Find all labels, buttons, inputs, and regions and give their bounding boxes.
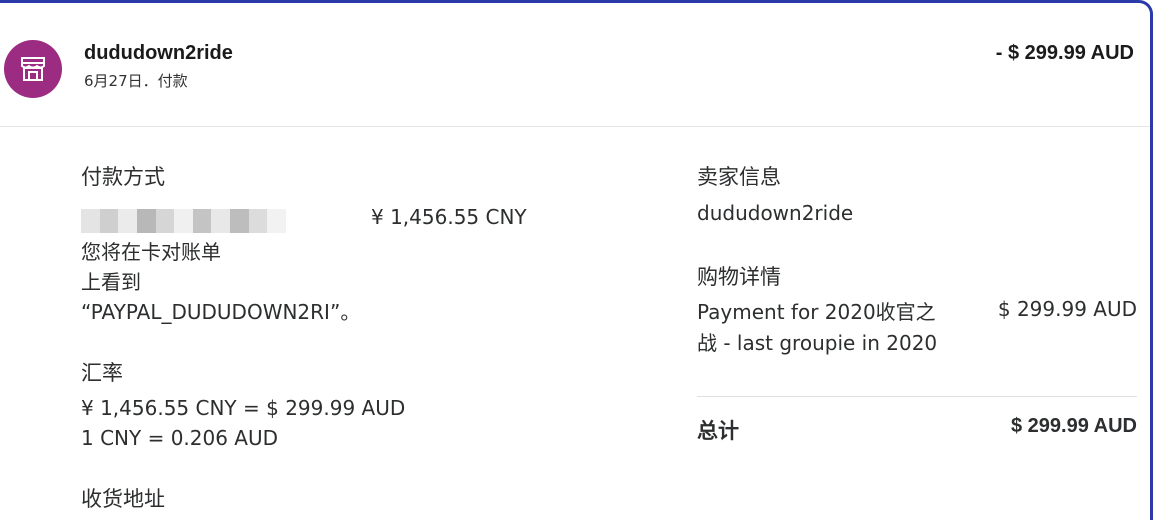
item-description-line: 战 - last groupie in 2020 [697,331,938,355]
store-icon [21,57,45,81]
transaction-header[interactable]: dududown2ride 6月27日．付款 - $ 299.99 AUD [0,6,1150,127]
notice-line: “PAYPAL_DUDUDOWN2RI”。 [81,300,361,324]
total-label: 总计 [697,419,739,443]
seller-name: dududown2ride [697,201,854,225]
notice-line: 上看到 [81,270,141,294]
cny-amount: ¥ 1,456.55 CNY [371,205,527,229]
exchange-rate-details: ¥ 1,456.55 CNY = $ 299.99 AUD 1 CNY = 0.… [81,393,405,453]
exchange-conversion: ¥ 1,456.55 CNY = $ 299.99 AUD [81,396,406,420]
merchant-avatar [4,40,62,98]
payment-method-title: 付款方式 [81,165,165,189]
item-price: $ 299.99 AUD [997,297,1137,321]
item-description-line: Payment for 2020收官之 [697,300,936,324]
transaction-date-type: 6月27日．付款 [84,72,188,90]
exchange-rate-title: 汇率 [81,361,123,385]
transaction-amount: - $ 299.99 AUD [995,42,1134,64]
redacted-card-number [81,209,287,233]
notice-line: 您将在卡对账单 [81,240,221,264]
payment-details: 付款方式 ¥ 1,456.55 CNY 您将在卡对账单 上看到 “PAYPAL_… [81,161,601,511]
divider [697,396,1137,397]
total-amount: $ 299.99 AUD [1011,415,1137,437]
exchange-rate: 1 CNY = 0.206 AUD [81,426,279,450]
shipping-address-title: 收货地址 [81,487,165,511]
statement-notice: 您将在卡对账单 上看到 “PAYPAL_DUDUDOWN2RI”。 [81,237,360,327]
item-description: Payment for 2020收官之 战 - last groupie in … [697,297,977,359]
purchase-details-title: 购物详情 [697,265,781,289]
merchant-name: dududown2ride [84,42,233,64]
seller-info-title: 卖家信息 [697,165,781,189]
transaction-card: dududown2ride 6月27日．付款 - $ 299.99 AUD 付款… [0,0,1153,520]
